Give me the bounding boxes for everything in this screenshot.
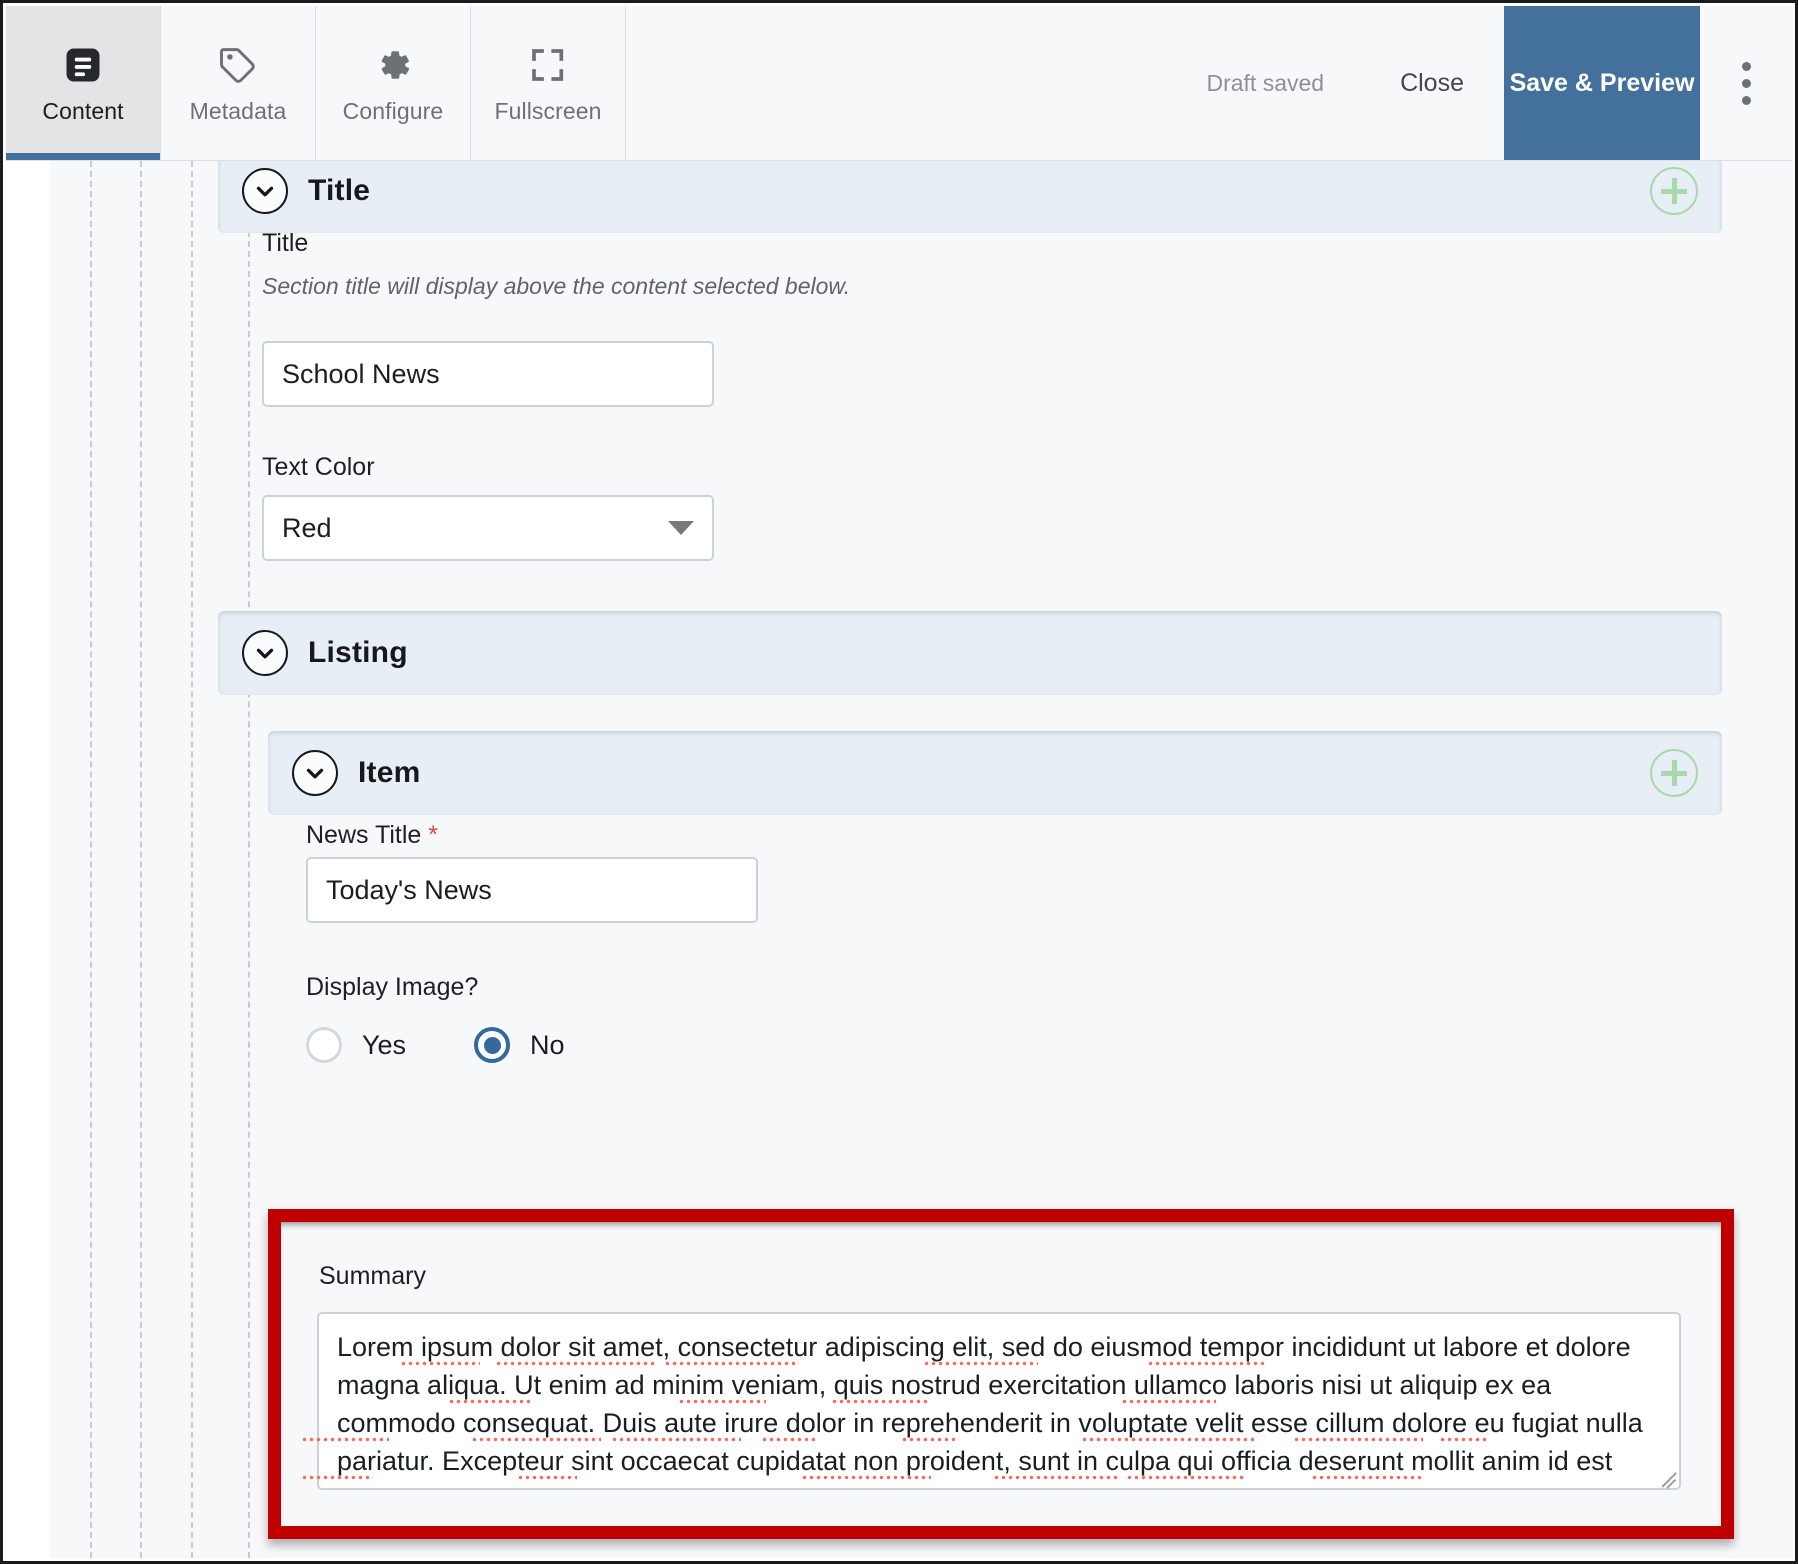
- news-title-label-text: News Title: [306, 821, 422, 849]
- left-gutter: [6, 161, 50, 1558]
- news-title-label: News Title *: [306, 821, 438, 850]
- spellcheck-underline: [664, 1361, 799, 1366]
- save-and-preview-button[interactable]: Save & Preview: [1504, 6, 1700, 160]
- spellcheck-underline: [1439, 1437, 1487, 1442]
- text-color-label: Text Color: [262, 453, 375, 481]
- tag-icon: [216, 42, 260, 88]
- text-color-value: Red: [282, 512, 332, 543]
- spellcheck-underline: [301, 1437, 389, 1442]
- tab-content[interactable]: Content: [6, 6, 161, 160]
- tab-configure-label: Configure: [342, 97, 444, 124]
- chevron-down-circle-icon[interactable]: [242, 630, 288, 676]
- chevron-down-circle-icon[interactable]: [292, 750, 338, 796]
- spellcheck-underline: [448, 1399, 530, 1404]
- radio-display-image-no-label: No: [530, 1029, 565, 1060]
- spellcheck-underline: [400, 1361, 480, 1366]
- spellcheck-underline: [1081, 1437, 1256, 1442]
- tab-content-label: Content: [42, 97, 124, 124]
- spellcheck-underline: [801, 1475, 931, 1480]
- spellcheck-underline: [831, 1399, 929, 1404]
- draft-status: Draft saved: [1206, 69, 1325, 96]
- more-options-button[interactable]: [1700, 6, 1792, 160]
- nesting-guide-2: [140, 161, 142, 1558]
- title-field-help: Section title will display above the con…: [262, 273, 851, 299]
- screenshot-frame: Content Metadata Configure Fullscreen Dr…: [0, 0, 1798, 1564]
- tab-fullscreen-label: Fullscreen: [494, 97, 602, 124]
- spellcheck-underline: [611, 1437, 741, 1442]
- section-title-label: Title: [308, 174, 371, 207]
- spellcheck-underline: [1311, 1475, 1421, 1480]
- summary-highlight-inner: Summary: [281, 1222, 1721, 1526]
- display-image-label: Display Image?: [306, 973, 479, 1001]
- kebab-menu-icon: [1741, 58, 1751, 109]
- document-lines-icon: [61, 42, 105, 88]
- tab-fullscreen[interactable]: Fullscreen: [471, 6, 626, 160]
- radio-display-image-yes[interactable]: [306, 1027, 342, 1063]
- spellcheck-underline: [678, 1399, 766, 1404]
- text-color-select[interactable]: Red: [262, 495, 714, 561]
- section-item-label: Item: [358, 756, 421, 789]
- spellcheck-underline: [1147, 1361, 1267, 1366]
- expand-icon: [527, 42, 569, 88]
- spellcheck-underline: [1121, 1399, 1216, 1404]
- section-header-listing[interactable]: Listing: [218, 611, 1722, 695]
- tab-metadata-label: Metadata: [189, 97, 287, 124]
- spellcheck-underline: [471, 1437, 601, 1442]
- spellcheck-underline: [993, 1475, 1118, 1480]
- nesting-guide-1: [90, 161, 92, 1558]
- required-marker: *: [428, 821, 438, 849]
- plus-circle-icon[interactable]: [1650, 749, 1698, 797]
- section-header-title[interactable]: Title: [218, 161, 1722, 233]
- spellcheck-underline: [1293, 1437, 1423, 1442]
- nesting-guide-4: [248, 221, 250, 1558]
- display-image-radio-group: Yes No: [306, 1027, 633, 1063]
- title-field-label: Title: [262, 229, 309, 257]
- spellcheck-underline: [901, 1437, 959, 1442]
- summary-highlight-box: Summary: [268, 1209, 1734, 1539]
- editor-canvas: Title Title Section title will display a…: [6, 161, 1792, 1558]
- radio-display-image-yes-label: Yes: [362, 1029, 407, 1060]
- section-header-item[interactable]: Item: [268, 731, 1722, 815]
- spellcheck-underline: [301, 1475, 373, 1480]
- spellcheck-underline: [517, 1475, 577, 1480]
- tab-configure[interactable]: Configure: [316, 6, 471, 160]
- toolbar-tab-group: Content Metadata Configure Fullscreen: [6, 6, 626, 160]
- spellcheck-underline: [923, 1361, 1038, 1366]
- news-title-input[interactable]: [306, 857, 758, 923]
- close-button[interactable]: Close: [1360, 6, 1504, 160]
- caret-down-icon: [668, 521, 694, 535]
- toolbar-actions: Draft saved Close Save & Preview: [1206, 6, 1792, 160]
- radio-display-image-no[interactable]: [474, 1027, 511, 1063]
- chevron-down-circle-icon[interactable]: [242, 168, 288, 214]
- gear-icon: [371, 42, 415, 88]
- summary-label: Summary: [319, 1262, 426, 1290]
- nesting-guide-3: [191, 161, 193, 1558]
- spellcheck-underline: [1126, 1475, 1246, 1480]
- editor-toolbar: Content Metadata Configure Fullscreen Dr…: [6, 6, 1792, 161]
- section-listing-label: Listing: [308, 636, 408, 669]
- plus-circle-icon[interactable]: [1650, 167, 1698, 215]
- spellcheck-underline: [495, 1361, 655, 1366]
- tab-metadata[interactable]: Metadata: [161, 6, 316, 160]
- spellcheck-underline: [761, 1437, 819, 1442]
- title-input[interactable]: [262, 341, 714, 407]
